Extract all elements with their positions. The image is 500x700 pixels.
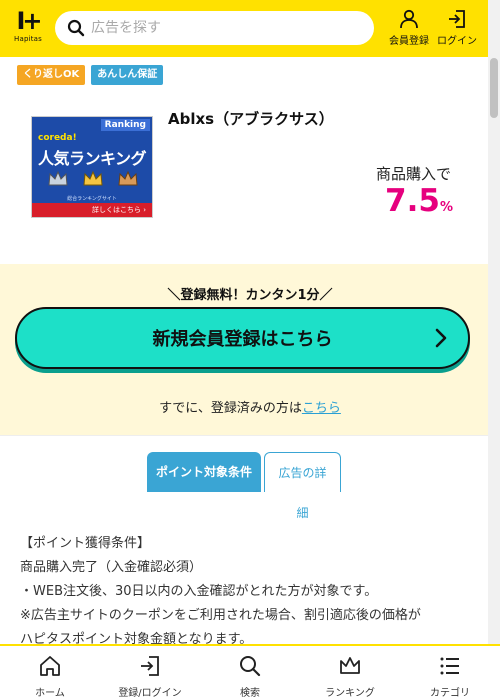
banner-title: 人気ランキング [38, 149, 147, 168]
signup-button[interactable]: 新規会員登録はこちら [15, 307, 470, 369]
search-icon [240, 656, 261, 677]
existing-member-text: すでに、登録済みの方はこちら [0, 397, 500, 416]
logo-text: Hapitas [13, 35, 43, 43]
tab-ad-details[interactable]: 広告の詳細 [264, 452, 341, 520]
signup-label: 新規会員登録はこちら [152, 329, 333, 350]
search-input[interactable] [91, 20, 351, 36]
tag-guarantee: あんしん保証 [91, 65, 164, 85]
tab-point-conditions[interactable]: ポイント対象条件 [147, 452, 261, 492]
register-button[interactable]: 会員登録 [389, 9, 429, 47]
login-icon [449, 10, 465, 28]
logo-mark: I+ [16, 7, 42, 35]
register-section: ＼登録無料！カンタン1分／ 新規会員登録はこちら すでに、登録済みの方はこちら [0, 264, 500, 436]
nav-label: 検索 [240, 688, 260, 699]
login-label: ログイン [437, 36, 477, 47]
nav-label: カテゴリ [430, 688, 470, 699]
list-icon [440, 657, 459, 675]
ad-tags: くり返しOK あんしん保証 [17, 65, 164, 85]
banner-badge: Ranking [100, 119, 150, 131]
login-icon [141, 656, 159, 676]
ad-title: Ablxs（アブラクサス） [168, 110, 334, 128]
tag-repeat-ok: くり返しOK [17, 65, 86, 85]
crown-icon [48, 170, 68, 186]
detail-tabs: ポイント対象条件 広告の詳細 [147, 452, 341, 520]
ad-banner-image[interactable]: Ranking coreda! 人気ランキング 総合ランキングサイト 詳しくはこ… [31, 116, 153, 218]
crown-icon [83, 170, 103, 186]
nav-ranking[interactable]: ランキング [300, 646, 400, 700]
site-header: I+ Hapitas 会員登録 ログイン [0, 0, 500, 57]
crown-icon [118, 170, 138, 186]
banner-brand: coreda! [38, 133, 77, 143]
banner-crowns [40, 169, 146, 195]
point-conditions: 【ポイント獲得条件】 商品購入完了（入金確認必須） ・WEB注文後、30日以内の… [20, 532, 460, 652]
reward-condition: 商品購入で [375, 165, 451, 183]
page-scrollbar[interactable] [488, 0, 500, 644]
nav-home[interactable]: ホーム [0, 646, 100, 700]
register-label: 会員登録 [389, 36, 429, 47]
condition-heading: 【ポイント獲得条件】 [20, 536, 151, 551]
scrollbar-thumb[interactable] [490, 58, 498, 118]
search-icon [67, 19, 85, 37]
login-button[interactable]: ログイン [437, 9, 477, 47]
existing-member-login-link[interactable]: こちら [302, 401, 341, 416]
condition-line: ※広告主サイトのクーポンをご利用された場合、割引適応後の価格が [20, 608, 421, 623]
chevron-right-icon [435, 328, 447, 348]
bottom-nav: ホーム 登録/ログイン 検索 ランキング カテゴリ [0, 644, 500, 700]
nav-label: ホーム [35, 688, 65, 699]
nav-label: ランキング [325, 688, 375, 699]
banner-foot: 詳しくはこちら › [32, 203, 152, 217]
reward-unit: % [439, 200, 453, 215]
banner-sub: 総合ランキングサイト [67, 196, 117, 202]
existing-member-prefix: すでに、登録済みの方は [159, 401, 302, 416]
search-bar[interactable] [55, 11, 374, 45]
user-icon [400, 9, 418, 29]
condition-line: 商品購入完了（入金確認必須） [20, 560, 203, 575]
condition-line: ・WEB注文後、30日以内の入金確認がとれた方が対象です。 [20, 584, 378, 599]
nav-search[interactable]: 検索 [200, 646, 300, 700]
reward-rate: 7.5% [385, 183, 453, 219]
hapitas-logo[interactable]: I+ Hapitas [10, 8, 46, 46]
reward-value: 7.5 [385, 183, 440, 219]
nav-login[interactable]: 登録/ログイン [100, 646, 200, 700]
crown-icon [340, 657, 360, 674]
nav-label: 登録/ログイン [118, 688, 182, 699]
nav-category[interactable]: カテゴリ [400, 646, 500, 700]
register-catchcopy: ＼登録無料！カンタン1分／ [167, 288, 333, 303]
home-icon [40, 656, 60, 676]
